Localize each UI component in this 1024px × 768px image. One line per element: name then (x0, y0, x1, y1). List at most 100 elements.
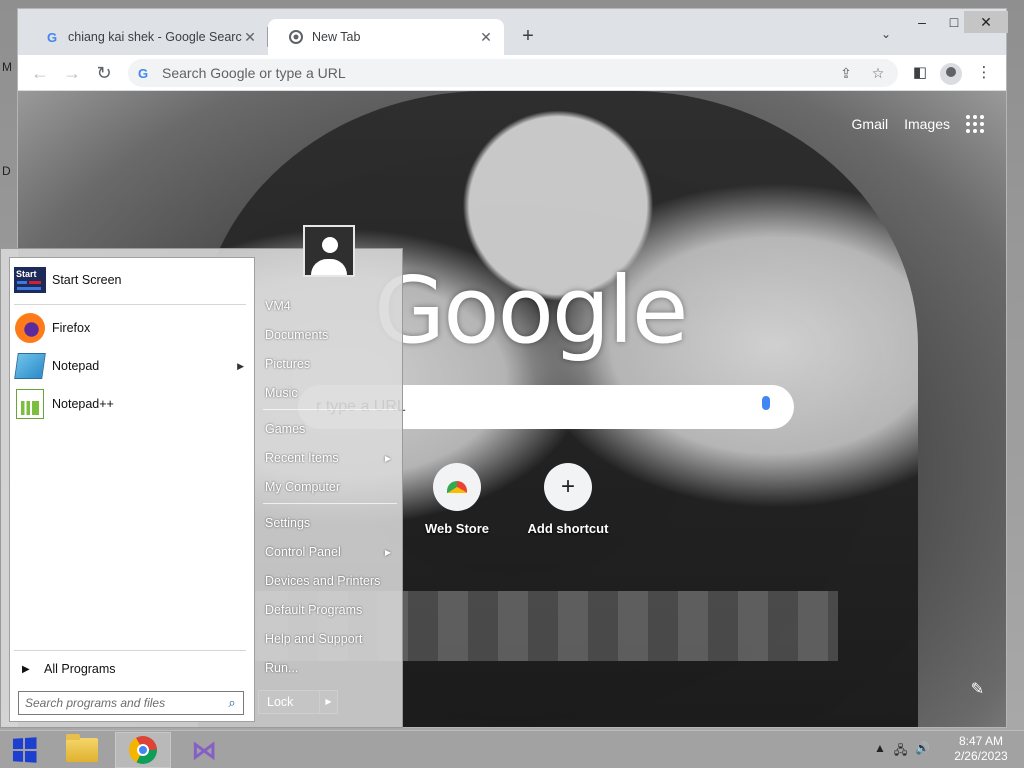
start-item-start-screen[interactable]: Start Start Screen (14, 262, 250, 298)
start-place-documents[interactable]: Documents (265, 324, 399, 346)
start-place-settings[interactable]: Settings (265, 512, 399, 534)
minimize-button[interactable]: – (906, 11, 938, 33)
start-item-label: Firefox (52, 321, 91, 335)
microphone-icon[interactable] (756, 394, 776, 420)
plus-icon: + (544, 463, 592, 511)
reload-icon[interactable]: ↻ (92, 61, 116, 85)
desktop-icon-label[interactable]: M (2, 60, 12, 74)
tab-label: chiang kai shek - Google Search (68, 30, 242, 44)
start-place-run[interactable]: Run... (265, 657, 399, 679)
share-icon[interactable]: ⇪ (834, 65, 858, 82)
triangle-right-icon: ▶ (22, 663, 30, 675)
lock-button[interactable]: Lock ▶ (258, 690, 338, 714)
submenu-arrow-icon: ▶ (384, 547, 391, 557)
close-icon[interactable]: ✕ (478, 29, 494, 45)
visual-studio-icon: ⋈ (191, 735, 217, 765)
start-place-control-panel[interactable]: Control Panel ▶ (265, 541, 399, 563)
google-g-icon: G (138, 65, 149, 81)
submenu-arrow-icon: ▶ (237, 360, 244, 371)
start-search-placeholder: Search programs and files (25, 696, 166, 710)
tab-search-results[interactable]: G chiang kai shek - Google Search ✕ (24, 19, 268, 55)
close-icon[interactable]: ✕ (242, 29, 258, 45)
side-panel-icon[interactable]: ◧ (910, 63, 930, 83)
start-item-label: Notepad (52, 359, 100, 373)
folder-icon (66, 734, 98, 762)
shortcut-web-store[interactable]: Web Store (412, 463, 502, 536)
address-bar[interactable]: G Search Google or type a URL ⇪ ☆ (128, 59, 898, 87)
shortcut-label: Web Store (424, 521, 490, 536)
clock-time: 8:47 AM (958, 734, 1004, 748)
start-place-recent-items[interactable]: Recent Items ▶ (265, 447, 399, 469)
desktop-icon-label[interactable]: D (2, 164, 11, 178)
back-arrow-icon[interactable]: ← (28, 61, 52, 85)
taskbar-visual-studio[interactable]: ⋈ (176, 732, 232, 768)
divider (263, 409, 397, 410)
new-tab-button[interactable]: + (516, 25, 540, 49)
address-bar-placeholder: Search Google or type a URL (162, 65, 346, 81)
start-place-pictures[interactable]: Pictures (265, 353, 399, 375)
forward-arrow-icon[interactable]: → (60, 61, 84, 85)
start-screen-icon: Start (14, 264, 46, 296)
google-apps-icon[interactable] (966, 115, 984, 133)
notepad-icon (14, 350, 46, 382)
tab-new-tab[interactable]: New Tab ✕ (268, 19, 504, 55)
start-item-label: Start Screen (52, 273, 122, 287)
gmail-link[interactable]: Gmail (852, 116, 889, 132)
start-place-games[interactable]: Games (265, 418, 399, 440)
start-button[interactable] (0, 731, 48, 768)
tab-strip: G chiang kai shek - Google Search ✕ New … (18, 9, 1008, 55)
start-search-input[interactable]: Search programs and files ⌕ (18, 691, 244, 715)
close-window-button[interactable]: ✕ (964, 11, 1008, 33)
star-icon[interactable]: ☆ (866, 65, 890, 82)
kebab-menu-icon[interactable]: ⋮ (974, 63, 994, 83)
start-item-label: Notepad++ (52, 397, 114, 411)
shortcut-add[interactable]: + Add shortcut (523, 463, 613, 536)
all-programs-button[interactable]: ▶ All Programs (14, 658, 250, 680)
webstore-icon (433, 463, 481, 511)
taskbar-chrome[interactable] (115, 732, 171, 768)
start-place-help-support[interactable]: Help and Support (265, 628, 399, 650)
volume-icon[interactable]: 🔊 (915, 741, 930, 762)
show-hidden-icons-chevron-icon[interactable]: ▲ (874, 741, 886, 762)
start-item-notepad[interactable]: Notepad ▶ (14, 348, 250, 384)
chrome-icon (129, 736, 157, 764)
lock-options-arrow-icon[interactable]: ▶ (319, 691, 337, 713)
clock-date: 2/26/2023 (954, 749, 1008, 763)
start-place-default-programs[interactable]: Default Programs (265, 599, 399, 621)
divider (14, 304, 246, 305)
start-place-devices-printers[interactable]: Devices and Printers (265, 570, 399, 592)
ntp-header-links: Gmail Images (852, 115, 984, 133)
clock[interactable]: 8:47 AM 2/26/2023 (946, 734, 1016, 764)
start-place-music[interactable]: Music (265, 382, 399, 404)
divider (14, 650, 246, 651)
all-programs-label: All Programs (44, 662, 116, 676)
start-item-notepad-plus-plus[interactable]: Notepad++ (14, 386, 250, 422)
submenu-arrow-icon: ▶ (384, 453, 391, 463)
lock-label: Lock (267, 695, 294, 709)
customize-pencil-icon[interactable]: ✎ (971, 679, 984, 699)
notepad-plus-plus-icon (14, 388, 46, 420)
chrome-icon (288, 29, 304, 45)
start-item-firefox[interactable]: Firefox (14, 310, 250, 346)
divider (263, 503, 397, 504)
start-place-my-computer[interactable]: My Computer (265, 476, 399, 498)
start-menu-programs: Start Start Screen Firefox Notepad ▶ Not… (9, 257, 255, 722)
network-icon[interactable]: 🖧 (894, 741, 907, 762)
firefox-icon (14, 312, 46, 344)
taskbar: ⋈ ▲ 🖧 🔊 8:47 AM 2/26/2023 (0, 730, 1024, 768)
user-avatar[interactable] (303, 225, 355, 277)
system-tray: ▲ 🖧 🔊 (874, 741, 930, 762)
start-place-user-folder[interactable]: VM4 (265, 295, 399, 317)
images-link[interactable]: Images (904, 116, 950, 132)
windows-logo-icon (12, 737, 37, 763)
google-logo: Google (374, 257, 688, 364)
shortcut-label: Add shortcut (527, 521, 609, 536)
taskbar-file-explorer[interactable] (54, 732, 110, 768)
browser-toolbar: ← → ↻ G Search Google or type a URL ⇪ ☆ … (18, 55, 1006, 91)
chevron-down-icon[interactable]: ⌄ (876, 27, 896, 47)
start-menu: Start Start Screen Firefox Notepad ▶ Not… (0, 225, 403, 728)
tab-label: New Tab (312, 30, 361, 44)
google-g-icon: G (46, 29, 58, 45)
profile-avatar-icon[interactable] (940, 63, 962, 85)
search-icon[interactable]: ⌕ (221, 695, 243, 711)
